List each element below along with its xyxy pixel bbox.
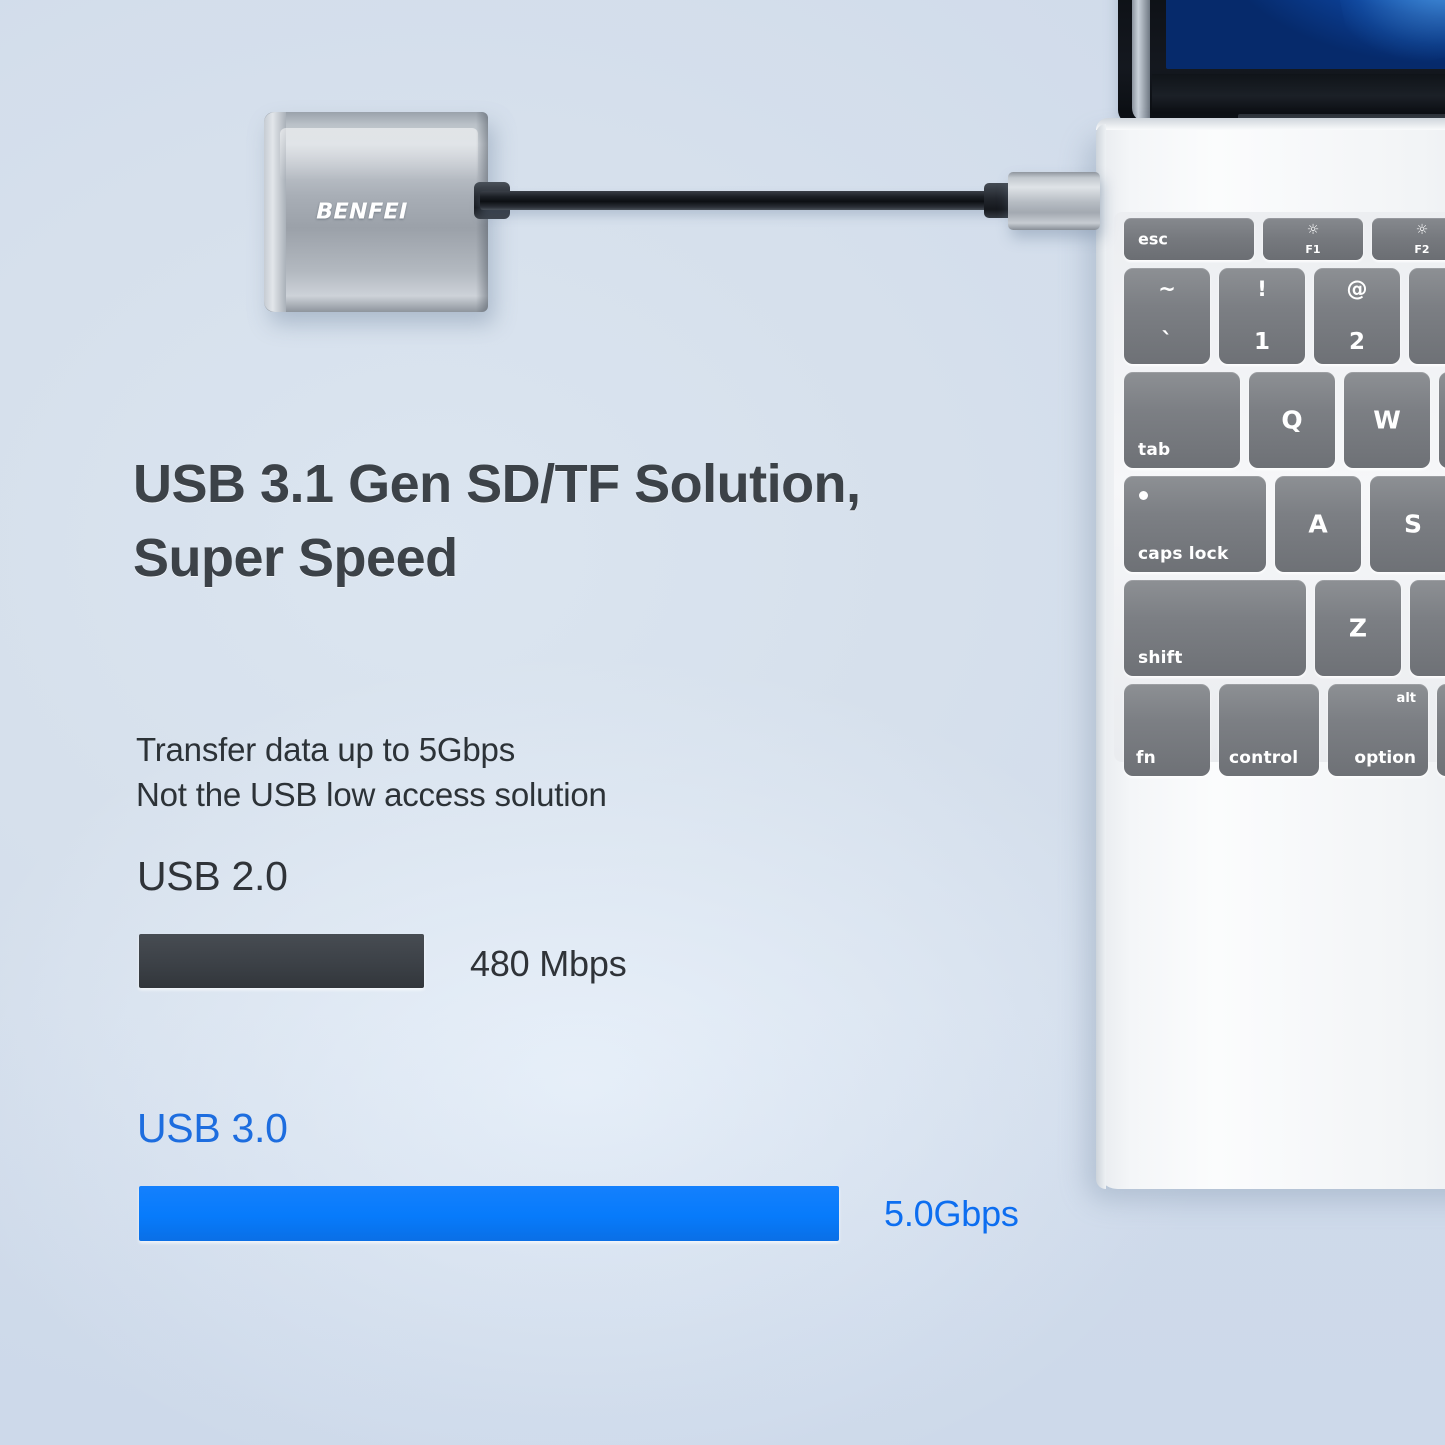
subtext-line-1: Transfer data up to 5Gbps [136,731,515,768]
chart-bar-usb2 [139,934,424,988]
usb-c-cable [480,191,1010,210]
chart-value-label-usb3: 5.0Gbps [884,1193,1019,1234]
keyboard-caps-row: caps lock A S [1124,476,1445,572]
keyboard-shift-row: shift Z [1124,580,1445,676]
product-marketing-image: esc ☼ F1 ☼ F2 ~ ` ! 1 @ 2 tab Q W caps l… [0,0,1445,1445]
key-f1-label: F1 [1305,243,1321,256]
key-a-label: A [1308,509,1328,539]
chart-category-usb2: USB 2.0 [137,853,288,899]
key-3[interactable] [1409,268,1445,364]
key-q[interactable]: Q [1249,372,1335,468]
base-top-edge [1096,118,1445,130]
chart-value-label-usb2: 480 Mbps [470,943,627,984]
key-tilde[interactable]: ~ ` [1124,268,1210,364]
key-esc[interactable]: esc [1124,218,1254,260]
headline-line-1: USB 3.1 Gen SD/TF Solution, [133,454,861,514]
laptop-lid [1118,0,1445,140]
key-w-label: W [1373,405,1401,435]
key-e[interactable] [1439,372,1445,468]
keyboard-well: esc ☼ F1 ☼ F2 ~ ` ! 1 @ 2 tab Q W caps l… [1114,212,1445,776]
laptop: esc ☼ F1 ☼ F2 ~ ` ! 1 @ 2 tab Q W caps l… [1096,0,1445,1209]
key-caps-lock[interactable]: caps lock [1124,476,1266,572]
key-fn-label: fn [1136,748,1156,768]
key-w[interactable]: W [1344,372,1430,468]
key-a[interactable]: A [1275,476,1361,572]
brightness-high-icon: ☼ [1415,222,1429,238]
chart-bar-usb3 [139,1186,839,1241]
subtext-line-2: Not the USB low access solution [136,776,607,813]
chart-category-usb3: USB 3.0 [137,1105,288,1151]
keyboard-bottom-row: fn control alt option [1124,684,1445,776]
key-caps-lock-label: caps lock [1138,544,1229,564]
lid-left-edge [1132,0,1150,122]
caps-lock-indicator-icon [1139,491,1148,500]
key-z[interactable]: Z [1315,580,1401,676]
key-1-upper: ! [1257,277,1267,301]
key-x[interactable] [1410,580,1445,676]
key-control-label: control [1229,748,1299,768]
subtext-block: Transfer data up to 5Gbps Not the USB lo… [136,727,607,817]
key-1[interactable]: ! 1 [1219,268,1305,364]
key-fn[interactable]: fn [1124,684,1210,776]
key-2[interactable]: @ 2 [1314,268,1400,364]
key-option-label: option [1354,748,1416,768]
key-control[interactable]: control [1219,684,1319,776]
usb-c-plug [1008,172,1100,230]
key-command[interactable] [1437,684,1445,776]
key-tilde-lower: ` [1161,329,1173,355]
key-1-lower: 1 [1253,329,1270,355]
keyboard-tab-row: tab Q W [1124,372,1445,468]
keyboard-number-row: ~ ` ! 1 @ 2 [1124,268,1445,364]
brand-logo: BENFEI [313,199,411,225]
key-shift[interactable]: shift [1124,580,1306,676]
headline-line-2: Super Speed [133,528,458,588]
base-left-edge [1096,124,1106,1189]
key-s-label: S [1403,509,1422,539]
key-tab[interactable]: tab [1124,372,1240,468]
card-reader-adapter: BENFEI [264,112,488,312]
key-s[interactable]: S [1370,476,1445,572]
key-option-alt-label: alt [1396,691,1416,706]
screen-bezel-bottom [1152,74,1445,114]
key-f2-label: F2 [1414,243,1430,256]
key-tilde-upper: ~ [1158,277,1176,301]
key-2-lower: 2 [1348,329,1365,355]
page-title: USB 3.1 Gen SD/TF Solution, Super Speed [133,447,953,595]
key-2-upper: @ [1346,277,1368,301]
laptop-base: esc ☼ F1 ☼ F2 ~ ` ! 1 @ 2 tab Q W caps l… [1096,118,1445,1189]
key-option[interactable]: alt option [1328,684,1428,776]
key-q-label: Q [1281,405,1303,435]
key-shift-label: shift [1138,648,1183,668]
key-z-label: Z [1348,613,1368,643]
keyboard-function-row: esc ☼ F1 ☼ F2 [1124,218,1445,260]
key-tab-label: tab [1138,440,1171,460]
key-esc-label: esc [1138,229,1168,249]
adapter-highlight [280,128,478,180]
key-f2[interactable]: ☼ F2 [1372,218,1445,260]
key-f1[interactable]: ☼ F1 [1263,218,1363,260]
brightness-low-icon: ☼ [1306,222,1320,238]
